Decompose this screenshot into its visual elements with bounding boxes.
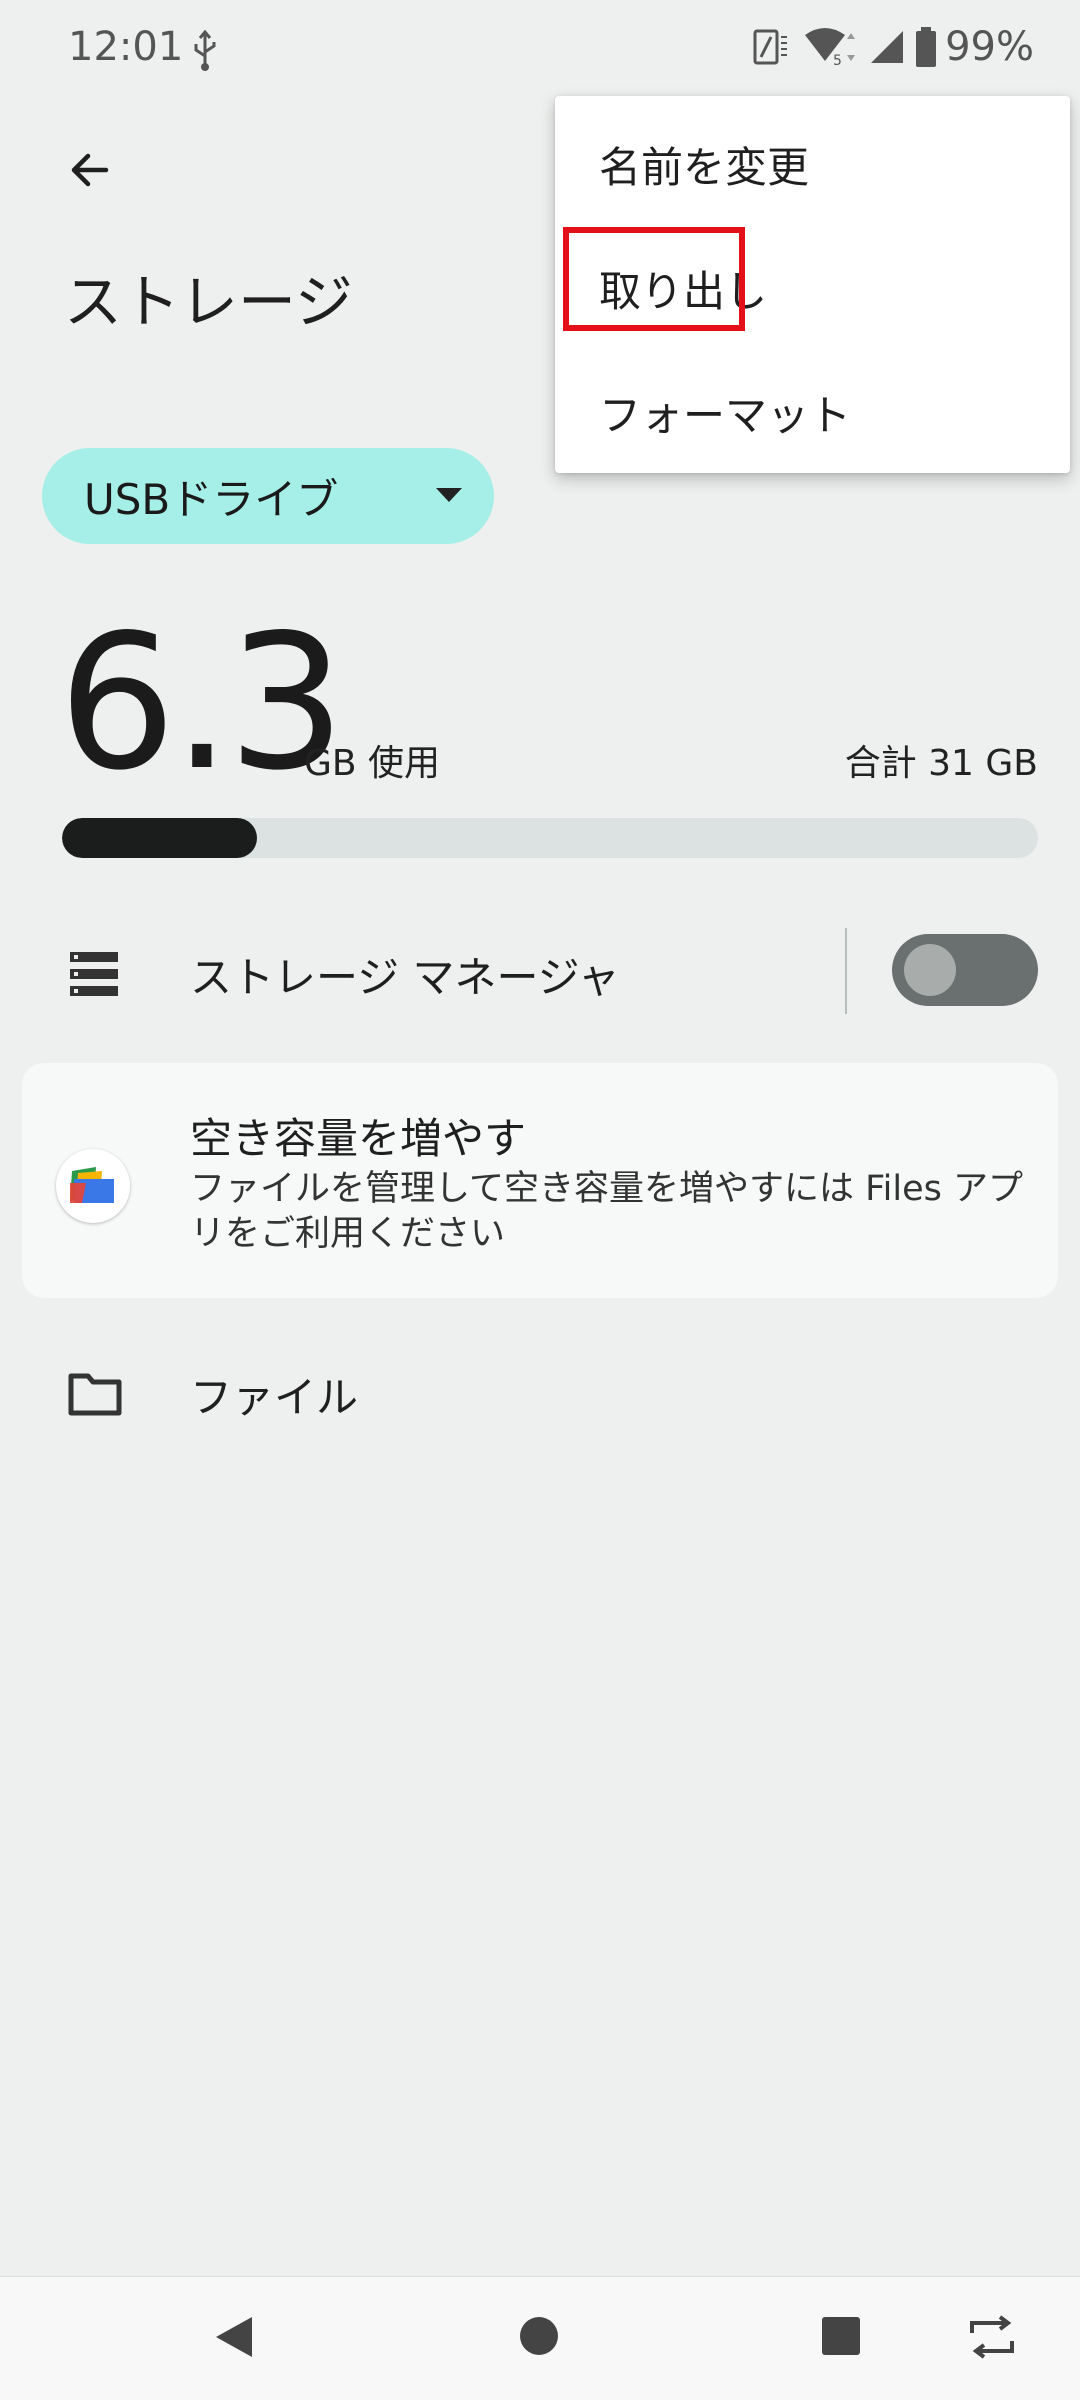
files-label: ファイル xyxy=(190,1373,359,1422)
status-bar: 12:01 5 99% xyxy=(0,0,1080,100)
page-title: ストレージ xyxy=(64,268,353,336)
navigation-bar xyxy=(0,2276,1080,2400)
total-storage-label: 合計 31 GB xyxy=(844,743,1038,784)
eject-highlight-box xyxy=(563,227,745,331)
nav-back-icon[interactable] xyxy=(212,2313,256,2361)
back-button[interactable] xyxy=(40,120,140,220)
menu-item-rename[interactable]: 名前を変更 xyxy=(555,100,1070,224)
files-app-icon xyxy=(56,1149,130,1223)
folder-icon xyxy=(68,1373,122,1416)
storage-manager-label: ストレージ マネージャ xyxy=(190,953,620,1002)
status-time: 12:01 xyxy=(68,24,184,70)
files-row[interactable]: ファイル xyxy=(0,1340,1080,1444)
storage-usage-bar xyxy=(62,818,1038,858)
storage-manager-row[interactable]: ストレージ マネージャ xyxy=(0,920,1080,1024)
storage-manager-toggle[interactable] xyxy=(892,934,1038,1006)
battery-icon xyxy=(916,27,937,67)
menu-item-label: 名前を変更 xyxy=(599,143,810,192)
menu-item-label: フォーマット xyxy=(599,391,852,440)
divider xyxy=(845,928,847,1014)
battery-percentage: 99% xyxy=(945,24,1034,70)
nav-recents-icon[interactable] xyxy=(822,2317,860,2355)
svg-text:5: 5 xyxy=(833,53,842,67)
free-up-space-title: 空き容量を増やす xyxy=(190,1114,527,1163)
rotate-icon[interactable] xyxy=(966,2315,1018,2359)
signal-icon xyxy=(871,31,904,63)
used-storage-value: 6.3 xyxy=(58,594,346,811)
status-icons: 5 99% xyxy=(751,24,1034,70)
screen: 12:01 5 99% ストレージ USBドライブ 6.3 GB 使用 合計 3… xyxy=(0,0,1080,2400)
usb-icon xyxy=(194,30,216,71)
toggle-thumb xyxy=(904,944,956,996)
wifi-icon: 5 xyxy=(805,28,856,67)
storage-icon xyxy=(70,952,118,996)
dropdown-arrow-icon xyxy=(436,488,462,502)
used-storage-unit: GB 使用 xyxy=(304,743,441,784)
menu-item-format[interactable]: フォーマット xyxy=(555,348,1070,472)
free-up-space-description: ファイルを管理して空き容量を増やすには Files アプリをご利用ください xyxy=(190,1169,1024,1254)
storage-usage-fill xyxy=(62,818,258,858)
arrow-back-icon xyxy=(71,153,109,187)
files-logo-icon xyxy=(70,1167,114,1203)
free-up-space-card[interactable]: 空き容量を増やす ファイルを管理して空き容量を増やすには Files アプリをご… xyxy=(22,1063,1058,1298)
storage-volume-dropdown[interactable]: USBドライブ xyxy=(42,448,494,544)
nav-home-icon[interactable] xyxy=(520,2317,558,2355)
vibrate-icon xyxy=(753,29,788,65)
storage-volume-label: USBドライブ xyxy=(84,474,339,524)
